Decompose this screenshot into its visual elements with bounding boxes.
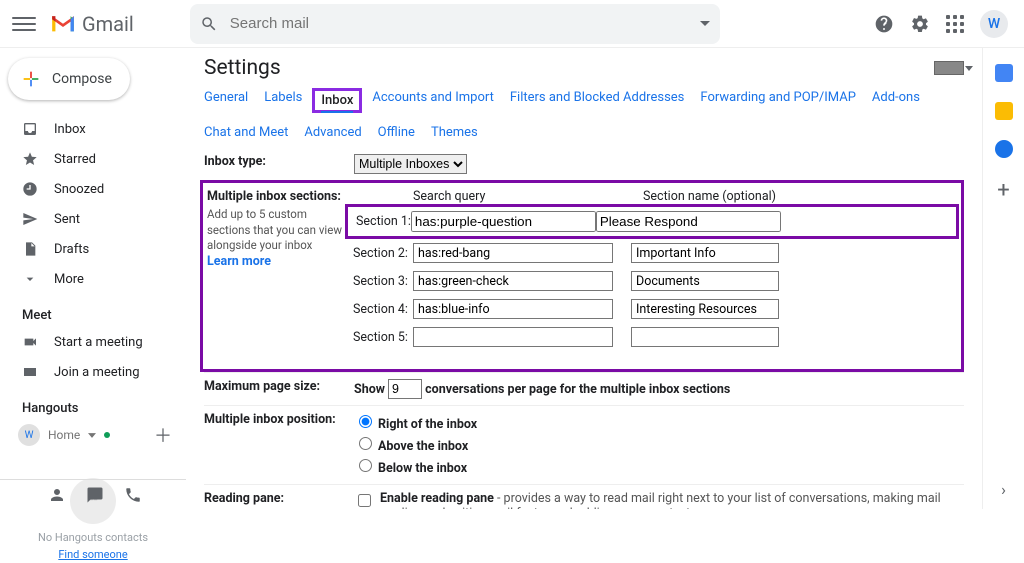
sections-note: Add up to 5 custom sections that you can… [207,207,353,254]
add-app-button[interactable]: + [997,178,1009,203]
sidebar-item-join-meeting[interactable]: Join a meeting [0,357,186,387]
star-icon [22,151,38,167]
reading-pane-label: Reading pane: [204,491,354,509]
video-icon [22,334,38,350]
tab-themes[interactable]: Themes [431,125,478,140]
section-5-name-input[interactable] [631,327,779,347]
sidebar-item-more[interactable]: More [0,264,186,294]
sidebar-item-sent[interactable]: Sent [0,204,186,234]
section-1-name-input[interactable] [596,211,781,232]
pos-above-radio[interactable]: Above the inbox [354,434,964,454]
phone-icon[interactable] [124,486,142,504]
max-page-input[interactable] [388,379,422,399]
gmail-m-icon [50,14,76,34]
compose-label: Compose [52,71,112,87]
tab-inbox[interactable]: Inbox [321,93,353,113]
tasks-app-icon[interactable] [995,140,1013,158]
col-section-name: Section name (optional) [643,189,813,204]
sidebar-item-drafts[interactable]: Drafts [0,234,186,264]
tab-filters[interactable]: Filters and Blocked Addresses [510,90,685,111]
hangouts-avatar: W [18,424,40,446]
search-bar[interactable] [190,4,720,44]
gmail-logo-text: Gmail [82,12,134,36]
section-2-query-input[interactable] [413,243,613,263]
hangouts-add-button[interactable]: ＋ [154,422,172,448]
meet-heading: Meet [22,308,186,323]
max-page-label: Maximum page size: [204,379,354,399]
help-icon[interactable] [874,14,894,34]
clock-icon [22,181,38,197]
section-4-query-input[interactable] [413,299,613,319]
presence-dot-icon [104,432,110,438]
tab-offline[interactable]: Offline [378,125,415,140]
search-icon [200,15,218,33]
section-1-query-input[interactable] [411,211,596,232]
tab-labels[interactable]: Labels [264,90,302,111]
density-toggle[interactable] [934,61,964,75]
section-2-name-input[interactable] [631,243,779,263]
hangouts-empty-text: No Hangouts contacts [0,530,186,547]
section-3-name-input[interactable] [631,271,779,291]
tab-general[interactable]: General [204,90,248,111]
menu-icon[interactable] [12,12,36,36]
tab-advanced[interactable]: Advanced [304,125,361,140]
section-5-label: Section 5: [353,330,413,345]
chevron-down-icon [22,271,38,287]
compose-plus-icon [20,68,42,90]
section-5-query-input[interactable] [413,327,613,347]
tab-chat[interactable]: Chat and Meet [204,125,288,140]
keep-app-icon[interactable] [995,102,1013,120]
hangouts-find-link[interactable]: Find someone [58,548,127,561]
person-icon[interactable] [48,486,66,504]
send-icon [22,211,38,227]
sidebar-item-start-meeting[interactable]: Start a meeting [0,327,186,357]
learn-more-link[interactable]: Learn more [207,254,353,269]
chat-bubble-icon[interactable] [86,486,104,504]
col-search-query: Search query [413,189,643,204]
gear-icon[interactable] [910,14,930,34]
account-avatar[interactable]: W [980,10,1008,38]
section-3-label: Section 3: [353,274,413,289]
file-icon [22,241,38,257]
section-4-name-input[interactable] [631,299,779,319]
position-label: Multiple inbox position: [204,412,354,478]
sidebar-item-snoozed[interactable]: Snoozed [0,174,186,204]
sections-label: Multiple inbox sections: [207,189,353,204]
reading-pane-checkbox[interactable] [358,494,371,507]
compose-button[interactable]: Compose [8,58,130,100]
keyboard-icon [22,364,38,380]
hangouts-heading: Hangouts [22,401,186,416]
chevron-down-icon [88,433,96,438]
tab-accounts[interactable]: Accounts and Import [372,90,493,111]
sidebar-item-inbox[interactable]: Inbox [0,114,186,144]
inbox-type-label: Inbox type: [204,154,354,174]
sidebar-item-starred[interactable]: Starred [0,144,186,174]
gmail-logo[interactable]: Gmail [50,12,134,36]
pos-right-radio[interactable]: Right of the inbox [354,412,964,432]
calendar-app-icon[interactable] [995,64,1013,82]
tab-addons[interactable]: Add-ons [872,90,920,111]
section-1-label: Section 1: [356,214,411,229]
pos-below-radio[interactable]: Below the inbox [354,456,964,476]
hangouts-home-row[interactable]: W Home ＋ [18,422,186,448]
page-title: Settings [204,56,281,80]
tab-forwarding[interactable]: Forwarding and POP/IMAP [700,90,856,111]
search-options-caret-icon[interactable] [700,21,710,26]
section-4-label: Section 4: [353,302,413,317]
search-input[interactable] [228,14,700,33]
settings-tabs: General Labels Inbox Accounts and Import… [204,90,964,140]
inbox-icon [22,121,38,137]
section-3-query-input[interactable] [413,271,613,291]
apps-grid-icon[interactable] [946,15,964,33]
inbox-type-select[interactable]: Multiple Inboxes [354,154,467,174]
section-2-label: Section 2: [353,246,413,261]
collapse-panel-icon[interactable]: › [1001,480,1006,499]
